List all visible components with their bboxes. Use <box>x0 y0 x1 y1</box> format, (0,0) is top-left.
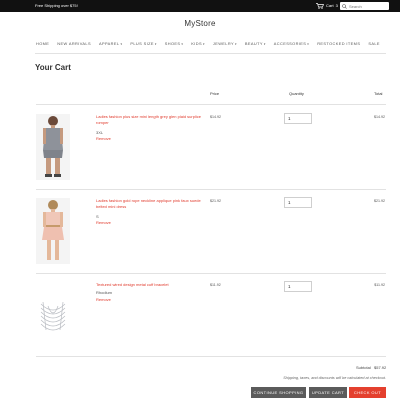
item-price: $21.92 <box>210 199 221 203</box>
nav-item-label: New Arrivals <box>57 41 91 46</box>
nav-item-label: Sale <box>368 41 380 46</box>
search-icon <box>342 3 347 9</box>
product-image-dress[interactable] <box>36 198 70 264</box>
nav-item-accessories[interactable]: Accessories▾ <box>274 41 309 46</box>
item-total: $11.92 <box>374 283 385 287</box>
nav-item-label: Kids <box>191 41 202 46</box>
nav-item-apparel[interactable]: Apparel▾ <box>99 41 122 46</box>
row-divider <box>36 356 386 357</box>
product-image-bracelet[interactable] <box>36 290 70 348</box>
subtotal-value: $57.92 <box>374 365 387 370</box>
nav-item-label: Accessories <box>273 41 307 46</box>
nav-item-home[interactable]: Home <box>36 41 49 46</box>
nav-item-jewelry[interactable]: Jewelry▾ <box>213 41 237 46</box>
header-divider <box>36 104 386 105</box>
column-header-price: Price <box>210 91 220 96</box>
nav-item-label: Shoes <box>164 41 181 46</box>
product-variant: 3XL <box>96 130 104 135</box>
nav-item-kids[interactable]: Kids▾ <box>191 41 205 46</box>
cart-row: Ladies fashion gold rope neckline appliq… <box>36 197 386 268</box>
chevron-down-icon: ▾ <box>307 42 310 46</box>
item-total: $14.92 <box>374 115 385 119</box>
cart-label: Cart <box>326 3 334 8</box>
chevron-down-icon: ▾ <box>154 42 157 46</box>
nav-item-sale[interactable]: Sale <box>368 41 380 46</box>
chevron-down-icon: ▾ <box>202 42 205 46</box>
product-link[interactable]: Ladies fashion plus size mini length gre… <box>96 114 210 125</box>
checkout-button[interactable]: Check Out <box>349 387 386 398</box>
row-divider <box>36 189 386 190</box>
column-header-quantity: Quantity <box>289 91 304 96</box>
remove-link[interactable]: Remove <box>96 220 111 225</box>
search-input[interactable] <box>349 2 387 10</box>
page-title: Your Cart <box>35 63 71 72</box>
nav-item-plus-size[interactable]: Plus Size▾ <box>130 41 156 46</box>
cart-row: Textured wired design metal cuff bracele… <box>36 281 386 352</box>
update-cart-button[interactable]: Update Cart <box>309 387 347 398</box>
cart-row: Ladies fashion plus size mini length gre… <box>36 113 386 184</box>
item-price: $14.92 <box>210 115 221 119</box>
nav-item-restocked-items[interactable]: Restocked Items <box>317 41 360 46</box>
quantity-input[interactable] <box>284 281 312 292</box>
nav-item-shoes[interactable]: Shoes▾ <box>165 41 184 46</box>
item-total: $21.92 <box>374 199 385 203</box>
store-logo[interactable]: MyStore <box>0 19 400 28</box>
nav-item-beauty[interactable]: Beauty▾ <box>245 41 266 46</box>
promo-text: Free Shipping over $75! <box>35 3 78 8</box>
search-box[interactable] <box>340 2 389 10</box>
remove-link[interactable]: Remove <box>96 297 111 302</box>
checkout-note: Shipping, taxes, and discounts will be c… <box>283 376 386 380</box>
chevron-down-icon: ▾ <box>120 42 123 46</box>
item-price: $11.92 <box>210 283 221 287</box>
chevron-down-icon: ▾ <box>181 42 184 46</box>
main-nav: Home New Arrivals Apparel▾ Plus Size▾ Shoes▾… <box>36 41 380 46</box>
chevron-down-icon: ▾ <box>235 42 237 46</box>
row-divider <box>36 273 386 274</box>
subtotal-label: Subtotal <box>356 365 371 370</box>
nav-item-new-arrivals[interactable]: New Arrivals <box>57 41 91 46</box>
continue-shopping-button[interactable]: Continue Shopping <box>251 387 306 398</box>
product-link[interactable]: Ladies fashion gold rope neckline appliq… <box>96 198 210 209</box>
nav-item-label: Home <box>36 41 50 46</box>
quantity-input[interactable] <box>284 197 312 208</box>
nav-divider <box>35 53 386 54</box>
product-variant: Rhodium <box>96 290 113 295</box>
product-variant: S <box>96 214 99 219</box>
column-header-total: Total <box>374 91 383 96</box>
product-image-romper[interactable] <box>36 114 70 180</box>
cart-link[interactable]: Cart 3 <box>316 2 338 10</box>
nav-item-label: Plus Size <box>130 41 154 46</box>
nav-item-label: Apparel <box>98 41 120 46</box>
nav-item-label: Jewelry <box>212 41 234 46</box>
chevron-down-icon: ▾ <box>263 42 266 46</box>
nav-item-label: Restocked Items <box>317 41 361 46</box>
cart-count: 3 <box>335 3 338 8</box>
remove-link[interactable]: Remove <box>96 136 111 141</box>
nav-item-label: Beauty <box>244 41 263 46</box>
quantity-input[interactable] <box>284 113 312 124</box>
cart-icon <box>316 3 324 9</box>
product-link[interactable]: Textured wired design metal cuff bracele… <box>96 282 210 288</box>
top-announcement-bar: Free Shipping over $75! Cart 3 <box>0 0 400 12</box>
